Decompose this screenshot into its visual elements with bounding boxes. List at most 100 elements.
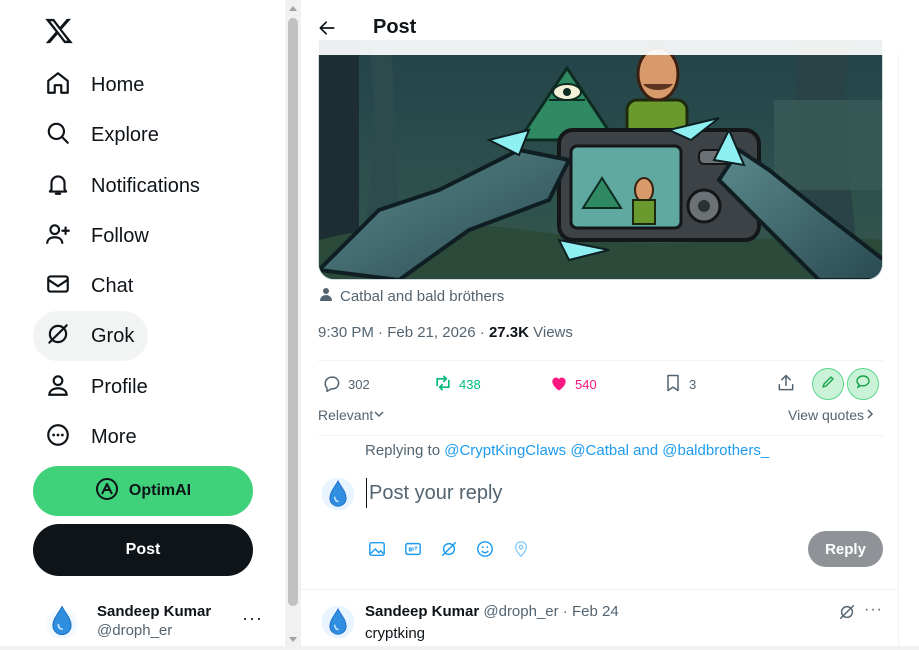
views-label: Views: [528, 324, 573, 341]
gif-icon[interactable]: [403, 539, 423, 559]
like-count: 540: [575, 376, 597, 392]
avatar[interactable]: [320, 604, 356, 640]
back-arrow-icon[interactable]: [317, 17, 339, 39]
nav-chat[interactable]: Chat: [33, 261, 147, 311]
scroll-thumb[interactable]: [288, 18, 298, 606]
more-icon[interactable]: ···: [864, 601, 883, 619]
grok-icon[interactable]: [838, 603, 856, 621]
comment-text: cryptking: [365, 625, 426, 642]
share-icon: [776, 373, 802, 396]
scrollbar[interactable]: [285, 0, 301, 650]
account-switcher[interactable]: Sandeep Kumar @droph_er ···: [40, 598, 275, 644]
divider: [301, 589, 898, 590]
nav-follow[interactable]: Follow: [33, 211, 163, 261]
repost-count: 438: [459, 376, 481, 392]
add-person-icon: [45, 221, 71, 252]
reply-input[interactable]: [366, 478, 866, 508]
nav-home-label: Home: [91, 73, 145, 96]
scroll-up-arrow-icon[interactable]: [289, 6, 297, 11]
nav-grok-label: Grok: [91, 324, 135, 347]
more-circle-icon: [45, 422, 71, 453]
chat-bubble-icon: [855, 374, 871, 395]
nav-chat-label: Chat: [91, 274, 134, 297]
share-action[interactable]: [776, 368, 802, 400]
post-button[interactable]: Post: [33, 524, 253, 576]
bookmark-count: 3: [689, 376, 697, 392]
comment-extension-button[interactable]: [847, 368, 879, 400]
nav-more-label: More: [91, 425, 137, 448]
grok-icon: [45, 321, 71, 352]
horizontal-scrollbar: [0, 646, 919, 650]
view-quotes-label: View quotes: [788, 407, 865, 423]
view-quotes-link[interactable]: View quotes: [788, 407, 876, 423]
caption-text: Catbal and bald bröthers: [340, 287, 505, 305]
repost-action[interactable]: 438: [433, 368, 481, 400]
location-icon[interactable]: [511, 539, 531, 559]
bookmark-icon: [663, 373, 689, 396]
sort-label: Relevant: [318, 407, 374, 423]
nav-explore-label: Explore: [91, 123, 159, 146]
divider: [318, 360, 883, 361]
post-media-image[interactable]: [318, 40, 883, 280]
nav-profile[interactable]: Profile: [33, 362, 162, 412]
chevron-down-icon: [373, 407, 385, 423]
nav-notifications-label: Notifications: [91, 174, 200, 197]
emoji-icon[interactable]: [475, 539, 495, 559]
chevron-right-icon: [864, 407, 876, 423]
replying-prefix: Replying to: [365, 442, 445, 459]
optimai-label: OptimAI: [128, 482, 192, 499]
avatar: [320, 476, 356, 512]
top-bar: Post: [301, 0, 899, 55]
person-tag-icon: [318, 286, 340, 306]
grok-icon[interactable]: [439, 539, 459, 559]
nav-follow-label: Follow: [91, 224, 149, 247]
replying-mentions[interactable]: @CryptKingClaws @Catbal and @baldbrother…: [444, 442, 769, 459]
search-icon: [45, 120, 71, 151]
nav-explore[interactable]: Explore: [33, 110, 173, 160]
avatar: [40, 599, 84, 643]
reply-count: 302: [348, 376, 370, 392]
account-more-icon[interactable]: ···: [242, 608, 263, 629]
bell-icon: [45, 171, 71, 202]
reply-button-label: Reply: [825, 540, 866, 558]
heart-icon: [549, 373, 575, 396]
scroll-down-arrow-icon[interactable]: [289, 637, 297, 642]
post-meta: 9:30 PM · Feb 21, 2026 · 27.3K Views: [318, 324, 573, 341]
comment-author[interactable]: Sandeep Kumar: [365, 603, 479, 620]
replying-to: Replying to @CryptKingClaws @Catbal and …: [365, 442, 769, 459]
post-timestamp[interactable]: 9:30 PM · Feb 21, 2026 ·: [318, 324, 489, 341]
composer-toolbar: [367, 539, 547, 559]
post-actions: 302 438 540 3: [318, 368, 883, 400]
post-button-label: Post: [125, 541, 161, 558]
reply-action[interactable]: 302: [322, 368, 370, 400]
optimai-button[interactable]: OptimAI: [33, 466, 253, 516]
page-title: Post: [373, 16, 417, 38]
image-caption[interactable]: Catbal and bald bröthers: [318, 286, 504, 306]
nav-more[interactable]: More: [33, 412, 151, 462]
comment-handle-date: @droph_er · Feb 24: [479, 603, 619, 620]
edit-extension-button[interactable]: [812, 368, 844, 400]
divider: [318, 435, 883, 436]
person-icon: [45, 372, 71, 403]
replies-sort[interactable]: Relevant: [318, 407, 385, 423]
optimai-logo-icon: [95, 477, 129, 506]
nav-home[interactable]: Home: [33, 60, 158, 110]
like-action[interactable]: 540: [549, 368, 597, 400]
nav-profile-label: Profile: [91, 375, 148, 398]
comment-header: Sandeep Kumar @droph_er · Feb 24: [365, 603, 619, 620]
reply-icon: [322, 373, 348, 396]
home-icon: [45, 70, 71, 101]
image-icon[interactable]: [367, 539, 387, 559]
x-logo-icon[interactable]: [44, 16, 74, 46]
account-name: Sandeep Kumar: [97, 603, 212, 620]
nav-grok[interactable]: Grok: [33, 311, 149, 361]
pencil-icon: [820, 374, 836, 395]
repost-icon: [433, 373, 459, 396]
sidebar: Home Explore Notifications Follow Chat G…: [0, 0, 285, 650]
views-count: 27.3K: [488, 324, 529, 341]
bookmark-action[interactable]: 3: [663, 368, 696, 400]
reply-button[interactable]: Reply: [808, 531, 883, 567]
nav-notifications[interactable]: Notifications: [33, 161, 214, 211]
envelope-icon: [45, 271, 71, 302]
account-handle: @droph_er: [97, 622, 173, 639]
